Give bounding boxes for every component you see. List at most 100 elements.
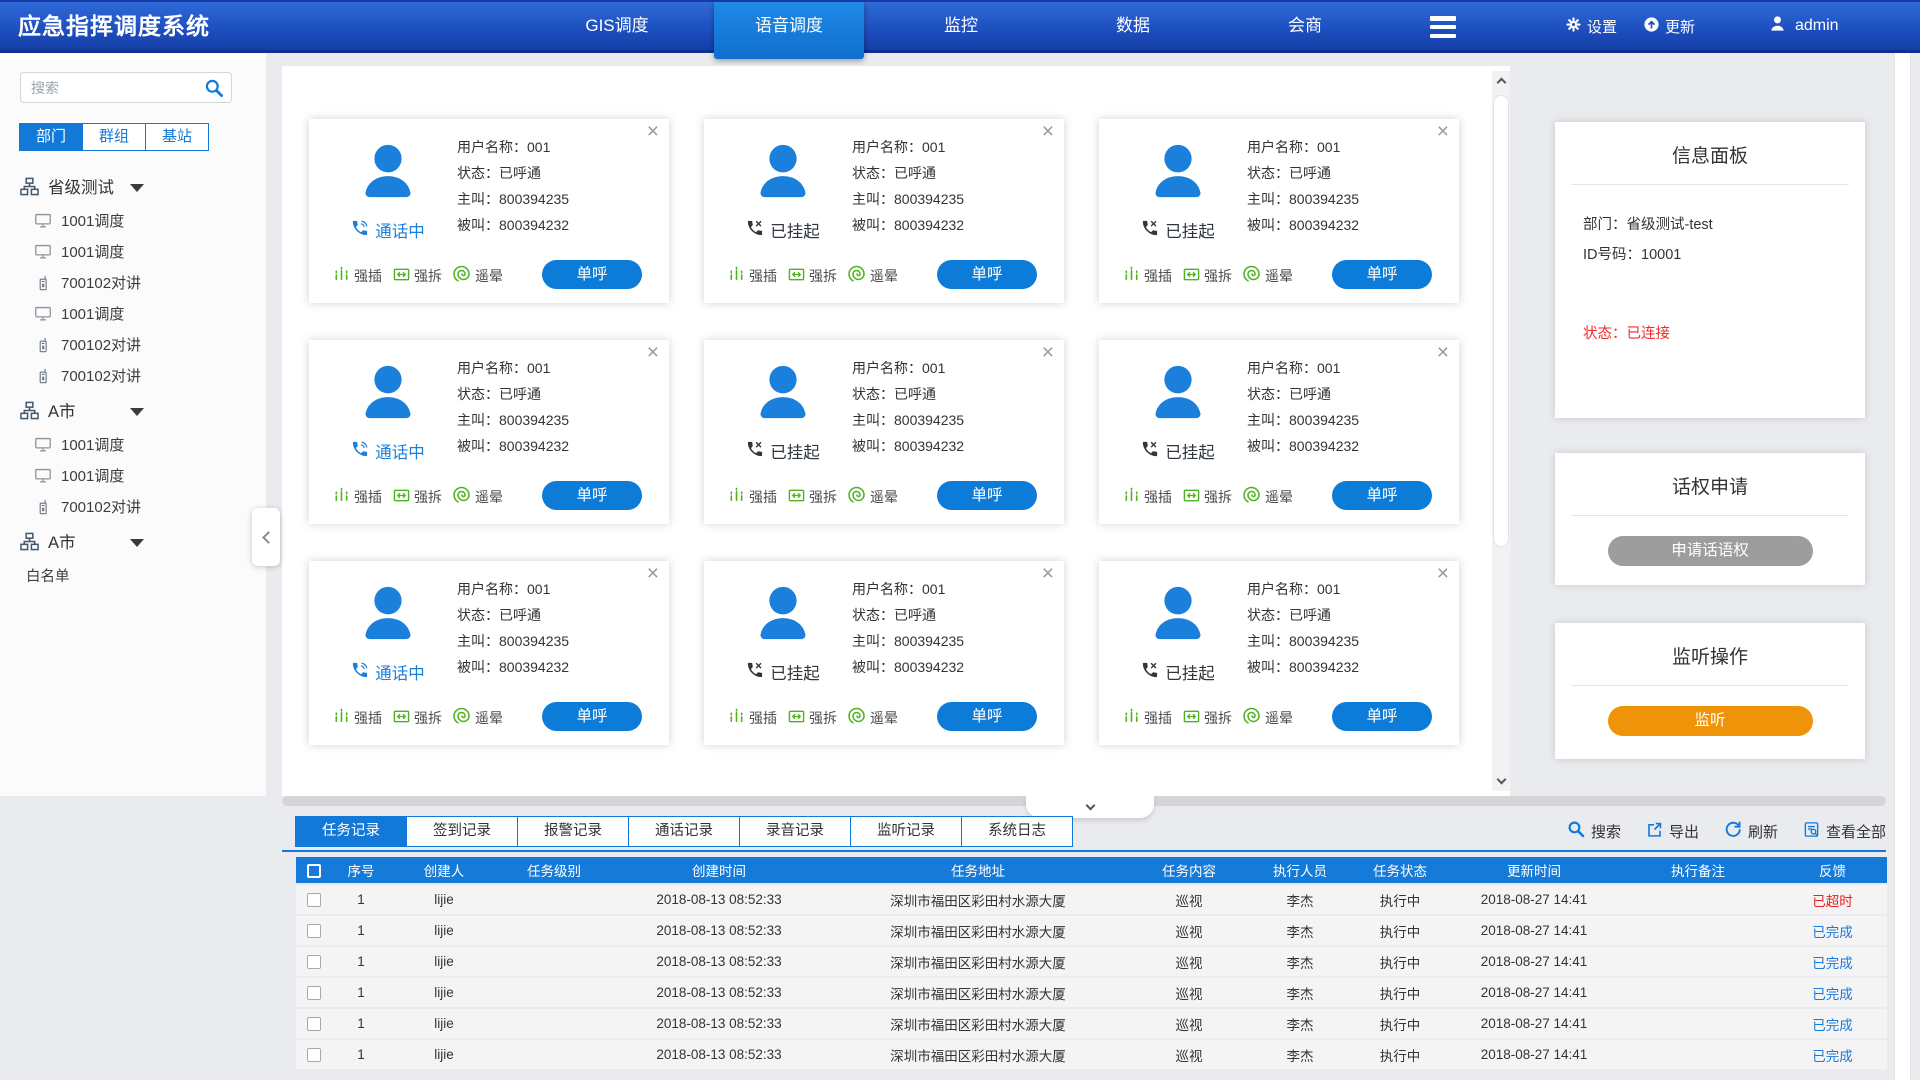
record-tab-task-record[interactable]: 任务记录: [295, 816, 407, 847]
scroll-up-button[interactable]: [1492, 71, 1510, 91]
update-button[interactable]: 更新: [1643, 16, 1695, 37]
nav-tab-monitor[interactable]: 监控: [886, 2, 1036, 50]
single-call-button[interactable]: 单呼: [937, 702, 1037, 731]
row-checkbox[interactable]: [307, 986, 321, 1000]
task-row-3[interactable]: 1lijie2018-08-13 08:52:33深圳市福田区彩田村水源大厦巡视…: [296, 978, 1887, 1007]
nav-tab-gis[interactable]: GIS调度: [542, 2, 692, 50]
tool-refresh[interactable]: 刷新: [1724, 820, 1778, 842]
card-action-insert[interactable]: 强插: [728, 487, 777, 507]
menu-icon[interactable]: [1430, 16, 1456, 38]
tool-export[interactable]: 导出: [1646, 821, 1699, 842]
cards-scrollbar[interactable]: [1492, 71, 1510, 791]
task-row-1[interactable]: 1lijie2018-08-13 08:52:33深圳市福田区彩田村水源大厦巡视…: [296, 916, 1887, 945]
card-action-dizzy[interactable]: 遥晕: [453, 486, 503, 507]
row-checkbox[interactable]: [307, 893, 321, 907]
record-tab-sign-in-record[interactable]: 签到记录: [406, 816, 518, 847]
card-action-dizzy[interactable]: 遥晕: [1243, 265, 1293, 286]
card-action-dizzy[interactable]: 遥晕: [453, 265, 503, 286]
card-action-dizzy[interactable]: 遥晕: [848, 707, 898, 728]
card-action-insert[interactable]: 强插: [728, 708, 777, 728]
card-action-dizzy[interactable]: 遥晕: [1243, 707, 1293, 728]
close-icon[interactable]: ×: [647, 562, 659, 586]
tree-item-0-4[interactable]: 700102对讲: [0, 329, 266, 360]
card-action-split[interactable]: 强拆: [393, 708, 442, 728]
single-call-button[interactable]: 单呼: [937, 260, 1037, 289]
card-action-insert[interactable]: 强插: [1123, 487, 1172, 507]
single-call-button[interactable]: 单呼: [1332, 481, 1432, 510]
tree-item-1-2[interactable]: 700102对讲: [0, 491, 266, 522]
tree-item-1-0[interactable]: 1001调度: [0, 429, 266, 460]
tree-item-0-0[interactable]: 1001调度: [0, 205, 266, 236]
tree-item-1-1[interactable]: 1001调度: [0, 460, 266, 491]
card-action-split[interactable]: 强拆: [393, 487, 442, 507]
search-icon[interactable]: [204, 78, 224, 103]
monitor-button[interactable]: 监听: [1608, 706, 1813, 736]
card-action-insert[interactable]: 强插: [728, 266, 777, 286]
row-checkbox[interactable]: [307, 955, 321, 969]
close-icon[interactable]: ×: [1042, 341, 1054, 365]
task-row-2[interactable]: 1lijie2018-08-13 08:52:33深圳市福田区彩田村水源大厦巡视…: [296, 947, 1887, 976]
tree-item-0-2[interactable]: 700102对讲: [0, 267, 266, 298]
record-tab-recording-record[interactable]: 录音记录: [739, 816, 851, 847]
card-action-split[interactable]: 强拆: [788, 487, 837, 507]
single-call-button[interactable]: 单呼: [542, 702, 642, 731]
sidebar-collapse-handle[interactable]: [252, 508, 280, 566]
row-checkbox[interactable]: [307, 1048, 321, 1062]
tree-group-1[interactable]: A市: [0, 391, 266, 429]
card-action-split[interactable]: 强拆: [1183, 266, 1232, 286]
card-action-dizzy[interactable]: 遥晕: [1243, 486, 1293, 507]
card-action-dizzy[interactable]: 遥晕: [848, 486, 898, 507]
task-row-0[interactable]: 1lijie2018-08-13 08:52:33深圳市福田区彩田村水源大厦巡视…: [296, 885, 1887, 914]
single-call-button[interactable]: 单呼: [1332, 702, 1432, 731]
sidebar-tab-base-station[interactable]: 基站: [145, 123, 209, 151]
close-icon[interactable]: ×: [1437, 562, 1449, 586]
single-call-button[interactable]: 单呼: [1332, 260, 1432, 289]
card-action-insert[interactable]: 强插: [333, 487, 382, 507]
card-action-insert[interactable]: 强插: [333, 708, 382, 728]
task-row-5[interactable]: 1lijie2018-08-13 08:52:33深圳市福田区彩田村水源大厦巡视…: [296, 1040, 1887, 1069]
single-call-button[interactable]: 单呼: [937, 481, 1037, 510]
row-checkbox[interactable]: [307, 1017, 321, 1031]
scrollbar-thumb[interactable]: [1493, 95, 1509, 547]
scroll-down-button[interactable]: [1492, 771, 1510, 791]
task-row-4[interactable]: 1lijie2018-08-13 08:52:33深圳市福田区彩田村水源大厦巡视…: [296, 1009, 1887, 1038]
nav-tab-voice[interactable]: 语音调度: [714, 2, 864, 59]
close-icon[interactable]: ×: [1042, 562, 1054, 586]
close-icon[interactable]: ×: [647, 120, 659, 144]
row-checkbox[interactable]: [307, 924, 321, 938]
card-action-dizzy[interactable]: 遥晕: [848, 265, 898, 286]
tool-view-all[interactable]: 查看全部: [1803, 821, 1886, 842]
card-action-split[interactable]: 强拆: [788, 266, 837, 286]
card-action-dizzy[interactable]: 遥晕: [453, 707, 503, 728]
record-tab-call-record[interactable]: 通话记录: [628, 816, 740, 847]
tree-item-0-5[interactable]: 700102对讲: [0, 360, 266, 391]
close-icon[interactable]: ×: [1437, 120, 1449, 144]
card-action-insert[interactable]: 强插: [333, 266, 382, 286]
close-icon[interactable]: ×: [1437, 341, 1449, 365]
nav-tab-consult[interactable]: 会商: [1230, 2, 1380, 50]
close-icon[interactable]: ×: [647, 341, 659, 365]
search-input[interactable]: [21, 73, 201, 102]
tree-group-2[interactable]: A市: [0, 522, 266, 560]
settings-button[interactable]: 设置: [1565, 16, 1617, 37]
apply-talk-right-button[interactable]: 申请话语权: [1608, 536, 1813, 566]
nav-tab-data[interactable]: 数据: [1058, 2, 1208, 50]
card-action-split[interactable]: 强拆: [393, 266, 442, 286]
close-icon[interactable]: ×: [1042, 120, 1054, 144]
record-tab-alarm-record[interactable]: 报警记录: [517, 816, 629, 847]
select-all-checkbox[interactable]: [307, 864, 321, 878]
sidebar-tab-groups[interactable]: 群组: [82, 123, 146, 151]
page-scrollbar[interactable]: [1894, 53, 1911, 1080]
card-action-insert[interactable]: 强插: [1123, 708, 1172, 728]
sidebar-tab-department[interactable]: 部门: [19, 123, 83, 151]
tool-search[interactable]: 搜索: [1567, 820, 1621, 842]
panel-toggle-handle[interactable]: [1026, 796, 1154, 818]
single-call-button[interactable]: 单呼: [542, 260, 642, 289]
card-action-split[interactable]: 强拆: [1183, 708, 1232, 728]
tree-group-0[interactable]: 省级测试: [0, 167, 266, 205]
single-call-button[interactable]: 单呼: [542, 481, 642, 510]
card-action-split[interactable]: 强拆: [1183, 487, 1232, 507]
card-action-split[interactable]: 强拆: [788, 708, 837, 728]
tree-item-0-3[interactable]: 1001调度: [0, 298, 266, 329]
card-action-insert[interactable]: 强插: [1123, 266, 1172, 286]
